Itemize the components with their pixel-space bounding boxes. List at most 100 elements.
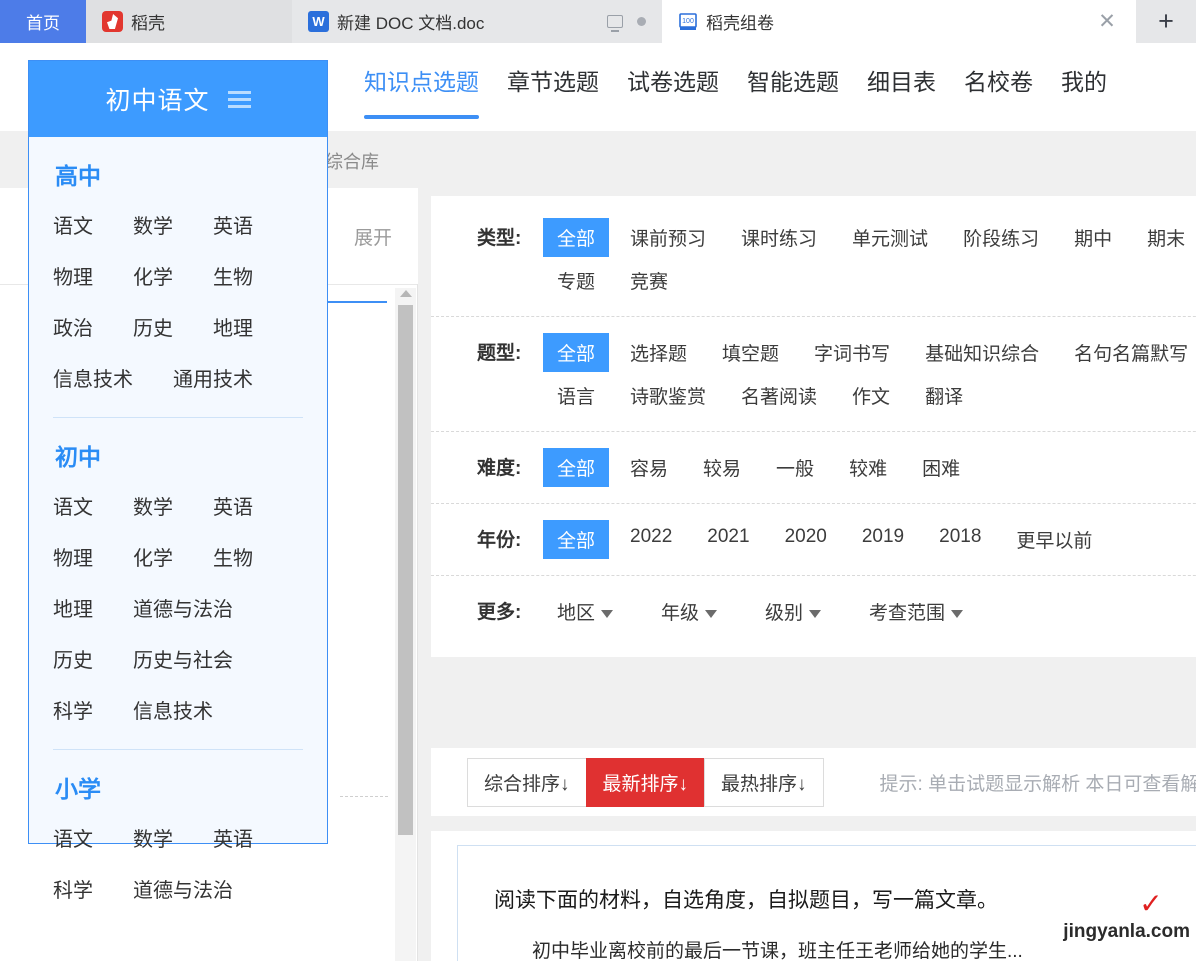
filter-opt-year-0[interactable]: 全部 bbox=[543, 520, 610, 559]
tab-docer[interactable]: 稻壳 bbox=[86, 0, 292, 43]
question-item[interactable]: 阅读下面的材料，自选角度，自拟题目，写一篇文章。 初中毕业离校前的最后一节课，班… bbox=[457, 845, 1196, 961]
subject-item[interactable]: 英语 bbox=[213, 199, 293, 250]
subject-row: 物理 化学 生物 bbox=[53, 531, 303, 582]
subject-item[interactable]: 化学 bbox=[133, 531, 213, 582]
filter-opt-type-6[interactable]: 期末 bbox=[1133, 218, 1196, 257]
scroll-up-arrow-icon[interactable] bbox=[399, 290, 412, 297]
filter-opt-diff-5[interactable]: 困难 bbox=[908, 448, 974, 487]
filter-options-type: 全部 课前预习 课时练习 单元测试 阶段练习 期中 期末 专题 竞赛 bbox=[543, 216, 1196, 302]
filter-opt-qtype-6[interactable]: 语言 bbox=[543, 376, 609, 415]
subject-item[interactable]: 科学 bbox=[53, 684, 133, 735]
filter-opt-type-2[interactable]: 课时练习 bbox=[727, 218, 831, 257]
sort-hottest-button[interactable]: 最热排序↓ bbox=[704, 757, 824, 807]
filter-opt-diff-3[interactable]: 一般 bbox=[762, 448, 828, 487]
subject-item[interactable]: 历史 bbox=[133, 301, 213, 352]
subject-item[interactable]: 生物 bbox=[213, 531, 293, 582]
subject-item[interactable]: 通用技术 bbox=[173, 352, 293, 403]
filter-opt-type-8[interactable]: 竞赛 bbox=[616, 261, 682, 300]
sort-comprehensive-button[interactable]: 综合排序↓ bbox=[467, 757, 587, 807]
subject-item[interactable]: 数学 bbox=[133, 199, 213, 250]
filter-opt-qtype-5[interactable]: 名句名篇默写 bbox=[1060, 333, 1196, 372]
chevron-down-icon bbox=[951, 609, 964, 618]
expand-button[interactable]: 展开 bbox=[328, 188, 418, 284]
svg-text:100: 100 bbox=[682, 18, 694, 25]
nav-item-smart[interactable]: 智能选题 bbox=[733, 63, 853, 119]
filter-opt-qtype-10[interactable]: 翻译 bbox=[911, 376, 977, 415]
filter-opt-type-3[interactable]: 单元测试 bbox=[838, 218, 942, 257]
subject-item[interactable]: 语文 bbox=[53, 812, 133, 863]
tree-connector-dash bbox=[340, 796, 388, 797]
nav-item-knowledge[interactable]: 知识点选题 bbox=[350, 63, 493, 119]
nav-item-famous-school[interactable]: 名校卷 bbox=[950, 63, 1047, 119]
subject-item[interactable]: 道德与法治 bbox=[133, 582, 253, 633]
subject-item[interactable]: 物理 bbox=[53, 531, 133, 582]
hamburger-icon[interactable] bbox=[227, 90, 251, 108]
filter-opt-qtype-0[interactable]: 全部 bbox=[543, 333, 610, 372]
subject-item[interactable]: 地理 bbox=[213, 301, 293, 352]
filter-opt-type-0[interactable]: 全部 bbox=[543, 218, 610, 257]
subject-item[interactable]: 历史 bbox=[53, 633, 133, 684]
filter-opt-qtype-1[interactable]: 选择题 bbox=[616, 333, 701, 372]
filter-opt-diff-4[interactable]: 较难 bbox=[835, 448, 901, 487]
subject-item[interactable]: 英语 bbox=[213, 480, 293, 531]
subject-group-title: 高中 bbox=[55, 163, 101, 189]
filter-opt-qtype-8[interactable]: 名著阅读 bbox=[727, 376, 831, 415]
question-list: 阅读下面的材料，自选角度，自拟题目，写一篇文章。 初中毕业离校前的最后一节课，班… bbox=[431, 831, 1196, 961]
scrollbar-thumb[interactable] bbox=[398, 305, 413, 835]
filter-opt-type-5[interactable]: 期中 bbox=[1060, 218, 1126, 257]
dropdown-level[interactable]: 级别 bbox=[751, 592, 827, 631]
filter-opt-qtype-4[interactable]: 基础知识综合 bbox=[911, 333, 1053, 372]
filter-opt-diff-2[interactable]: 较易 bbox=[689, 448, 755, 487]
subject-item[interactable]: 数学 bbox=[133, 812, 213, 863]
dropdown-scope-label: 考查范围 bbox=[869, 603, 946, 624]
nav-item-detail-table[interactable]: 细目表 bbox=[853, 63, 950, 119]
subject-dropdown-header[interactable]: 初中语文 bbox=[29, 61, 327, 137]
filter-opt-year-6[interactable]: 更早以前 bbox=[1002, 520, 1106, 559]
subject-item[interactable]: 物理 bbox=[53, 250, 133, 301]
filter-opt-year-4[interactable]: 2019 bbox=[848, 520, 918, 559]
filter-opt-diff-0[interactable]: 全部 bbox=[543, 448, 610, 487]
filter-opt-year-3[interactable]: 2020 bbox=[771, 520, 841, 559]
filter-opt-type-4[interactable]: 阶段练习 bbox=[949, 218, 1053, 257]
close-icon[interactable]: ✕ bbox=[1094, 9, 1120, 35]
left-panel-scrollbar[interactable] bbox=[395, 288, 416, 961]
subject-item[interactable]: 科学 bbox=[53, 863, 133, 914]
subject-item[interactable]: 历史与社会 bbox=[133, 633, 253, 684]
subject-item[interactable]: 信息技术 bbox=[133, 684, 253, 735]
filter-opt-type-7[interactable]: 专题 bbox=[543, 261, 609, 300]
filter-label-difficulty: 难度: bbox=[477, 458, 522, 479]
tab-zujuan[interactable]: 100 稻壳组卷 ✕ bbox=[662, 0, 1136, 43]
subject-item[interactable]: 英语 bbox=[213, 812, 293, 863]
subject-item[interactable]: 地理 bbox=[53, 582, 133, 633]
nav-item-mine[interactable]: 我的 bbox=[1047, 63, 1121, 119]
dropdown-scope[interactable]: 考查范围 bbox=[855, 592, 969, 631]
filter-opt-qtype-3[interactable]: 字词书写 bbox=[800, 333, 904, 372]
tab-home[interactable]: 首页 bbox=[0, 0, 86, 43]
filter-opt-year-2[interactable]: 2021 bbox=[693, 520, 763, 559]
dropdown-region[interactable]: 地区 bbox=[543, 592, 619, 631]
new-tab-button[interactable]: + bbox=[1136, 0, 1196, 43]
subject-item[interactable]: 数学 bbox=[133, 480, 213, 531]
subject-item[interactable]: 语文 bbox=[53, 480, 133, 531]
subject-item[interactable]: 信息技术 bbox=[53, 352, 173, 403]
filter-opt-year-5[interactable]: 2018 bbox=[925, 520, 995, 559]
subject-item[interactable]: 道德与法治 bbox=[133, 863, 253, 914]
filter-opt-qtype-9[interactable]: 作文 bbox=[838, 376, 904, 415]
filter-opt-diff-1[interactable]: 容易 bbox=[616, 448, 682, 487]
filter-opt-type-1[interactable]: 课前预习 bbox=[616, 218, 720, 257]
dropdown-grade[interactable]: 年级 bbox=[647, 592, 723, 631]
monitor-icon[interactable] bbox=[607, 15, 623, 28]
subject-item[interactable]: 政治 bbox=[53, 301, 133, 352]
subject-item[interactable]: 生物 bbox=[213, 250, 293, 301]
tab-doc-document[interactable]: W 新建 DOC 文档.doc bbox=[292, 0, 662, 43]
filter-opt-qtype-7[interactable]: 诗歌鉴赏 bbox=[616, 376, 720, 415]
chevron-down-icon bbox=[809, 609, 822, 618]
breadcrumb[interactable]: 综合库 bbox=[325, 148, 379, 174]
subject-item[interactable]: 化学 bbox=[133, 250, 213, 301]
subject-item[interactable]: 语文 bbox=[53, 199, 133, 250]
filter-opt-year-1[interactable]: 2022 bbox=[616, 520, 686, 559]
sort-newest-button[interactable]: 最新排序↓ bbox=[585, 757, 706, 807]
nav-item-paper[interactable]: 试卷选题 bbox=[613, 63, 733, 119]
nav-item-chapter[interactable]: 章节选题 bbox=[493, 63, 613, 119]
filter-opt-qtype-2[interactable]: 填空题 bbox=[708, 333, 793, 372]
